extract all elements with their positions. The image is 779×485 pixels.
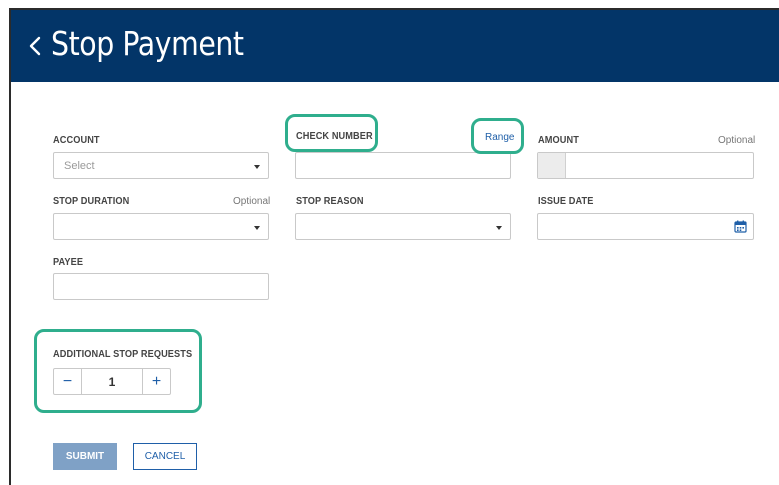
chevron-down-icon	[254, 226, 260, 230]
chevron-left-icon[interactable]	[23, 28, 47, 64]
check-number-highlight	[285, 114, 378, 152]
amount-label: AMOUNT	[538, 135, 579, 146]
page-header: Stop Payment	[11, 10, 779, 82]
cancel-button[interactable]: CANCEL	[133, 443, 197, 470]
account-select[interactable]: Select	[53, 152, 269, 179]
chevron-down-icon	[496, 226, 502, 230]
amount-optional-text: Optional	[718, 135, 756, 146]
account-label: ACCOUNT	[53, 135, 100, 146]
stop-reason-select[interactable]	[295, 213, 511, 240]
amount-currency-prefix	[538, 153, 566, 178]
stop-reason-label: STOP REASON	[296, 196, 364, 207]
submit-button[interactable]: SUBMIT	[53, 443, 117, 470]
payee-input[interactable]	[53, 273, 269, 300]
stop-duration-select[interactable]	[53, 213, 269, 240]
calendar-icon[interactable]	[734, 220, 747, 233]
additional-requests-highlight	[34, 329, 202, 413]
stop-duration-optional-text: Optional	[233, 196, 271, 207]
chevron-down-icon	[254, 165, 260, 169]
account-select-placeholder: Select	[64, 160, 95, 172]
issue-date-label: ISSUE DATE	[538, 196, 594, 207]
range-highlight	[471, 118, 524, 154]
stop-duration-label: STOP DURATION	[53, 196, 130, 207]
payee-label: PAYEE	[53, 257, 84, 268]
issue-date-input[interactable]	[537, 213, 754, 240]
check-number-input[interactable]	[295, 152, 511, 179]
page-title: Stop Payment	[51, 24, 244, 63]
amount-input[interactable]	[537, 152, 754, 179]
